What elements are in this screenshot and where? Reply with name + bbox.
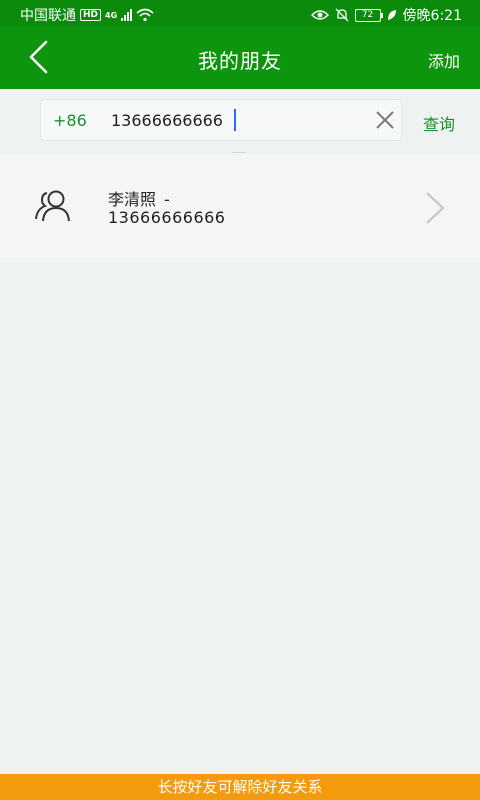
signal-icon (121, 9, 133, 21)
leaf-icon (387, 10, 396, 20)
battery-icon: 72 (354, 8, 383, 22)
phone-search-box: +86 (40, 99, 402, 141)
status-right: 72 傍晚6:21 (310, 5, 462, 25)
hd-icon: HD (80, 9, 102, 21)
contacts-icon (35, 190, 70, 222)
divider (232, 152, 246, 153)
friend-list-item[interactable]: 李清照 - 13666666666 (0, 155, 480, 262)
friend-name: 李清照 - (108, 186, 170, 210)
mute-bell-icon (335, 8, 349, 22)
query-button[interactable]: 查询 (423, 111, 455, 135)
country-code-label: +86 (53, 111, 87, 130)
friend-name-text: 李清照 (108, 190, 157, 209)
chevron-right-icon (426, 192, 445, 224)
network-type-label: 4G (105, 10, 118, 20)
status-bar: 中国联通 HD 4G 72 傍晚6:21 (0, 0, 480, 26)
friend-phone: 13666666666 (108, 208, 226, 227)
hint-bar: 长按好友可解除好友关系 (0, 774, 480, 800)
page-title: 我的朋友 (198, 49, 282, 73)
app-header: 我的朋友 添加 (0, 26, 480, 89)
search-area: +86 查询 (0, 89, 480, 154)
clock-label: 傍晚6:21 (402, 8, 462, 24)
wifi-icon (136, 8, 154, 22)
status-left: 中国联通 HD 4G (20, 5, 154, 25)
text-cursor (234, 109, 236, 131)
phone-search-input[interactable] (111, 105, 371, 135)
carrier-label: 中国联通 (20, 8, 76, 24)
add-friend-button[interactable]: 添加 (428, 48, 460, 72)
clear-icon[interactable] (375, 110, 395, 130)
name-separator: - (164, 190, 170, 209)
eye-icon (310, 10, 329, 20)
